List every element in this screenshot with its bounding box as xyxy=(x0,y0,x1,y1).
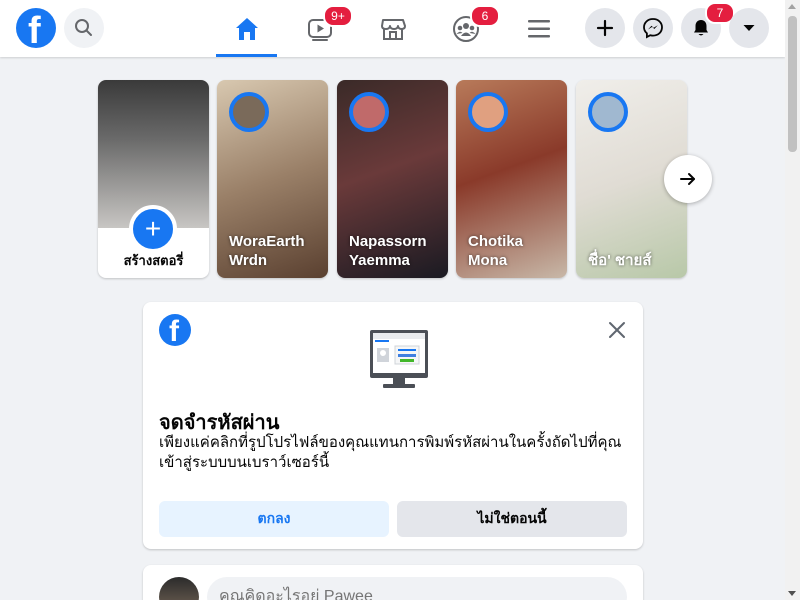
story-author-name: WoraEarth Wrdn xyxy=(229,233,305,269)
card-description: เพียงแค่คลิกที่รูปโปรไฟล์ของคุณแทนการพิม… xyxy=(159,434,622,471)
scrollbar-thumb[interactable] xyxy=(788,16,797,152)
story-card[interactable]: WoraEarth Wrdn xyxy=(217,80,328,278)
close-button[interactable] xyxy=(605,318,629,342)
story-avatar xyxy=(468,92,508,132)
computer-login-illustration-icon xyxy=(369,330,429,390)
story-author-name: ชื่อ' ชายส์ xyxy=(588,252,652,269)
messenger-button[interactable] xyxy=(633,8,673,48)
scroll-up-arrow-icon[interactable] xyxy=(788,4,796,9)
add-story-plus-icon: + xyxy=(129,205,177,253)
search-button[interactable] xyxy=(64,8,104,48)
tab-watch[interactable]: 9+ xyxy=(290,0,353,57)
story-avatar xyxy=(349,92,389,132)
stories-next-button[interactable] xyxy=(664,155,712,203)
watch-badge: 9+ xyxy=(323,5,353,27)
story-author-name: Chotika Mona xyxy=(468,233,524,269)
facebook-logo-letter: f xyxy=(28,10,41,52)
notifications-button[interactable]: 7 xyxy=(681,2,735,48)
hamburger-menu-icon xyxy=(528,19,550,37)
story-card[interactable]: Napassorn Yaemma xyxy=(337,80,448,278)
messenger-icon xyxy=(643,18,663,39)
facebook-logo-small: f xyxy=(159,314,191,346)
account-menu-button[interactable] xyxy=(729,8,769,48)
caret-down-icon xyxy=(743,25,755,31)
post-composer xyxy=(143,565,643,600)
post-composer-input[interactable] xyxy=(207,577,627,600)
scroll-down-arrow-icon[interactable] xyxy=(788,591,796,596)
facebook-logo[interactable]: f xyxy=(16,8,56,52)
ok-button[interactable]: ตกลง xyxy=(159,501,389,537)
story-avatar xyxy=(588,92,628,132)
story-author-name: Napassorn Yaemma xyxy=(349,233,427,269)
page-scrollbar[interactable] xyxy=(785,0,800,600)
remember-password-card: f จดจำรหัสผ่าน เพียงแค่คลิกที่รูปโปรไฟล์… xyxy=(143,302,643,549)
search-icon xyxy=(75,19,92,36)
plus-icon xyxy=(596,19,614,37)
top-navigation-bar: f 9+ 6 7 xyxy=(0,0,785,57)
story-card[interactable]: Chotika Mona xyxy=(456,80,567,278)
arrow-right-icon xyxy=(680,173,695,185)
not-now-button[interactable]: ไม่ใช่ตอนนี้ xyxy=(397,501,627,537)
tab-groups[interactable]: 6 xyxy=(436,0,500,57)
tab-home[interactable] xyxy=(216,0,277,57)
home-icon xyxy=(235,17,258,40)
story-avatar xyxy=(229,92,269,132)
create-button[interactable] xyxy=(585,8,625,48)
tab-marketplace[interactable] xyxy=(363,0,423,57)
facebook-logo-letter: f xyxy=(169,315,179,347)
marketplace-store-icon xyxy=(381,18,406,40)
user-avatar[interactable] xyxy=(159,577,199,600)
create-story-label: สร้างสตอรี่ xyxy=(123,253,184,268)
tab-menu[interactable] xyxy=(509,0,569,57)
close-icon xyxy=(609,322,625,338)
groups-badge: 6 xyxy=(470,5,500,27)
create-story-card[interactable]: + สร้างสตอรี่ xyxy=(98,80,209,278)
